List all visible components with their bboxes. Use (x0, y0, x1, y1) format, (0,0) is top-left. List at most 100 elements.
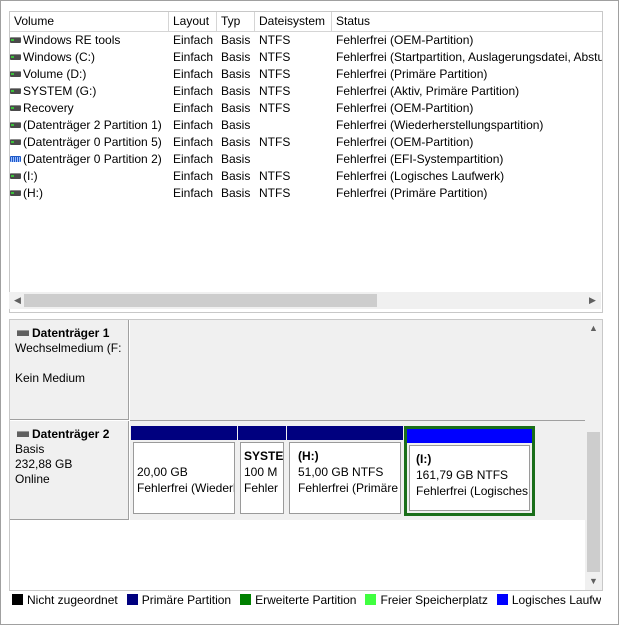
volume-name-text: (I:) (23, 169, 38, 183)
scroll-up-icon[interactable]: ▲ (585, 320, 602, 337)
volume-type: Basis (221, 101, 251, 115)
legend-label: Primäre Partition (141, 593, 232, 607)
legend-item: Primäre Partition (124, 591, 231, 609)
legend-swatch (496, 594, 508, 606)
volume-layout: Einfach (173, 169, 214, 183)
partition-size: 161,79 GB NTFS (416, 468, 509, 482)
disk1-label[interactable]: Datenträger 1 Wechselmedium (F: Kein Med… (10, 320, 129, 420)
primary-partition-bar (238, 426, 286, 440)
volume-name: (I:) (10, 168, 170, 185)
partition-name: (I:) (416, 452, 432, 466)
volume-name-text: (H:) (23, 186, 43, 200)
disk2-label[interactable]: Datenträger 2 Basis 232,88 GB Online (10, 421, 129, 520)
partition-name: SYSTE (244, 449, 284, 463)
legend-swatch (240, 594, 252, 606)
disk2-partition-recovery[interactable]: 20,00 GB Fehlerfrei (Wiederherstellungsp… (131, 426, 237, 516)
volume-row[interactable]: (Datenträger 2 Partition 1) Einfach Basis F… (10, 117, 602, 134)
disk2-partition-i[interactable]: (I:) 161,79 GB NTFS Fehlerfrei (Logische… (404, 426, 535, 516)
column-header-volume[interactable]: Volume (10, 12, 169, 31)
volume-type: Basis (221, 135, 251, 149)
disk2-title: Datenträger 2 (32, 427, 110, 441)
volume-status: Fehlerfrei (OEM-Partition) (336, 101, 474, 115)
disk-icon (17, 430, 29, 437)
partition-body: (H:) 51,00 GB NTFS Fehlerfrei (Primäre (289, 442, 401, 514)
disk-icon (10, 190, 21, 197)
partition-body: 20,00 GB Fehlerfrei (Wiederherstellungsp… (133, 442, 235, 514)
disk-icon (10, 173, 21, 180)
volume-row[interactable]: (H:) Einfach Basis NTFS Fehlerfrei (Primäre … (10, 185, 602, 202)
legend-swatch (126, 594, 138, 606)
volume-row[interactable]: (Datenträger 0 Partition 5) Einfach Basis N… (10, 134, 602, 151)
volume-filesystem: NTFS (259, 135, 291, 149)
disk2-state: Online (15, 472, 50, 486)
volume-row[interactable]: (Datenträger 0 Partition 2) Einfach Basis F… (10, 151, 602, 168)
disk-map-panel: Datenträger 1 Wechselmedium (F: Kein Med… (9, 319, 603, 591)
disk2-title-line: Datenträger 2 (15, 427, 128, 442)
partition-name (137, 448, 231, 464)
vertical-scroll-thumb[interactable] (587, 432, 600, 572)
disk1-title-line: Datenträger 1 (15, 326, 128, 341)
scroll-down-icon[interactable]: ▼ (585, 573, 602, 590)
horizontal-scroll-thumb[interactable] (24, 294, 377, 307)
volume-type: Basis (221, 67, 251, 81)
partition-name: (H:) (298, 449, 319, 463)
partition-body: SYSTE 100 M Fehler (240, 442, 284, 514)
scroll-right-icon[interactable]: ▶ (584, 292, 601, 309)
disk-icon (17, 329, 29, 336)
disk1-title: Datenträger 1 (32, 326, 110, 340)
volume-row[interactable]: (I:) Einfach Basis NTFS Fehlerfrei (Logische… (10, 168, 602, 185)
volume-filesystem: NTFS (259, 50, 291, 64)
legend-swatch (365, 594, 377, 606)
legend-item: Freier Speicherplatz (362, 591, 488, 609)
partition-status: Fehler (244, 481, 279, 495)
disk-icon (10, 105, 21, 112)
partition-size: 20,00 GB (137, 465, 188, 479)
volume-name: SYSTEM (G:) (10, 83, 170, 100)
legend-label: Freier Speicherplatz (380, 593, 488, 607)
volume-name: Recovery (10, 100, 170, 117)
column-header-type[interactable]: Typ (217, 12, 255, 31)
volume-name-text: SYSTEM (G:) (23, 84, 97, 98)
column-header-layout[interactable]: Layout (169, 12, 217, 31)
volume-name-text: (Datenträger 0 Partition 5) (23, 135, 162, 149)
disk-management-window: Volume Layout Typ Dateisystem Status Win… (0, 0, 619, 625)
volume-name-text: Windows (C:) (23, 50, 96, 64)
horizontal-scrollbar[interactable]: ◀ ▶ (9, 292, 601, 309)
volume-type: Basis (221, 152, 251, 166)
disk2-partition-h[interactable]: (H:) 51,00 GB NTFS Fehlerfrei (Primäre (287, 426, 403, 516)
legend-label: Erweiterte Partition (255, 593, 357, 607)
volume-list: Volume Layout Typ Dateisystem Status Win… (9, 11, 603, 313)
volume-rows: Windows RE tools Einfach Basis NTFS Fehlerfr… (10, 32, 602, 202)
volume-filesystem: NTFS (259, 186, 291, 200)
volume-type: Basis (221, 84, 251, 98)
partition-status: Fehlerfrei (Logisches (416, 484, 529, 498)
volume-row[interactable]: Windows (C:) Einfach Basis NTFS Fehlerfrei (… (10, 49, 602, 66)
volume-layout: Einfach (173, 152, 214, 166)
volume-name: Windows (C:) (10, 49, 170, 66)
disk2-type: Basis (15, 442, 45, 456)
legend-item: Logisches Laufwerk (494, 591, 601, 609)
volume-filesystem: NTFS (259, 169, 291, 183)
volume-type: Basis (221, 186, 251, 200)
volume-row[interactable]: Windows RE tools Einfach Basis NTFS Fehlerfr… (10, 32, 602, 49)
disk1-area (130, 320, 585, 421)
volume-name: (Datenträger 0 Partition 5) (10, 134, 170, 151)
disk2-partition-system[interactable]: SYSTE 100 M Fehler (238, 426, 286, 516)
volume-status: Fehlerfrei (Primäre Partition) (336, 67, 488, 81)
column-header-status[interactable]: Status (332, 12, 602, 31)
volume-name-text: Windows RE tools (23, 33, 121, 47)
volume-row[interactable]: Recovery Einfach Basis NTFS Fehlerfrei (OEM-… (10, 100, 602, 117)
volume-layout: Einfach (173, 186, 214, 200)
column-header-filesystem[interactable]: Dateisystem (255, 12, 332, 31)
volume-layout: Einfach (173, 101, 214, 115)
volume-type: Basis (221, 118, 251, 132)
volume-name: (Datenträger 2 Partition 1) (10, 117, 170, 134)
vertical-scrollbar[interactable]: ▲ ▼ (585, 320, 602, 590)
volume-row[interactable]: Volume (D:) Einfach Basis NTFS Fehlerfrei (P… (10, 66, 602, 83)
disk-icon (10, 37, 21, 44)
legend-label: Logisches Laufwerk (511, 593, 601, 607)
partition-size: 100 M (244, 465, 278, 479)
disk1-subtitle: Wechselmedium (F: (15, 341, 122, 355)
disk-icon (10, 88, 21, 95)
volume-row[interactable]: SYSTEM (G:) Einfach Basis NTFS Fehlerfrei (A… (10, 83, 602, 100)
